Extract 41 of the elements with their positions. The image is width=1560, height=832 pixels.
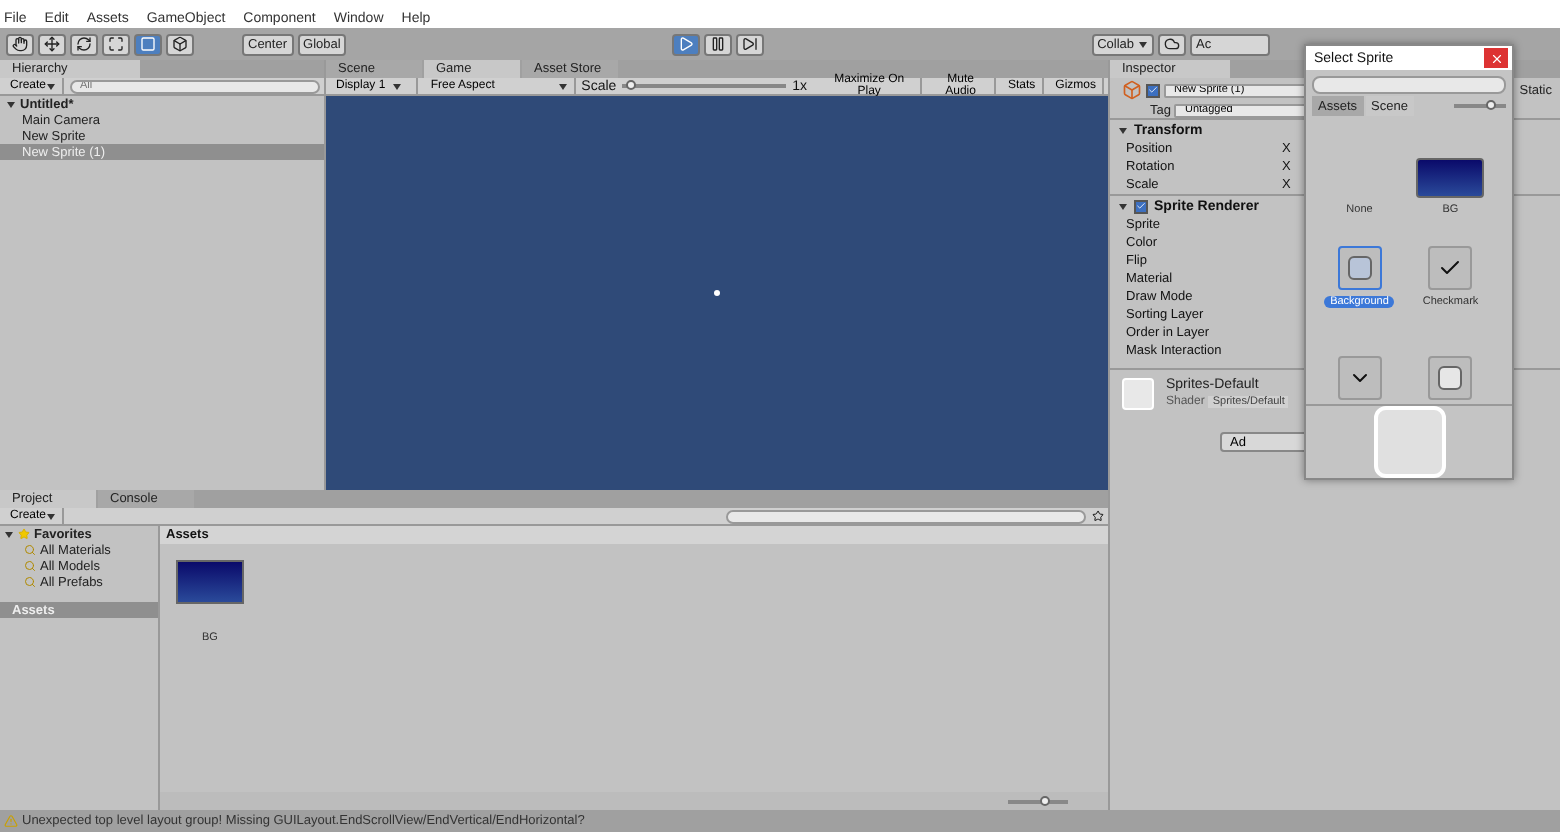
- slider-thumb[interactable]: [1486, 100, 1497, 110]
- step-icon: [742, 36, 759, 52]
- slider-thumb[interactable]: [626, 80, 637, 90]
- close-icon: [1489, 51, 1503, 65]
- search-field[interactable]: [1312, 76, 1506, 94]
- chevron-thumbnail[interactable]: [1337, 356, 1382, 400]
- knob-thumbnail[interactable]: [1428, 356, 1473, 400]
- search-icon: [24, 560, 36, 572]
- hand-tool-button[interactable]: [6, 33, 34, 55]
- warning-icon: [4, 814, 18, 828]
- material-swatch: [1122, 377, 1154, 409]
- rounded-square-thumbnail[interactable]: [1337, 246, 1382, 290]
- sprite-thumbnail[interactable]: [176, 560, 244, 604]
- pause-icon: [710, 36, 727, 52]
- pause-button[interactable]: [704, 33, 733, 55]
- cube-icon: [1122, 80, 1142, 100]
- caret-icon: [1118, 201, 1128, 211]
- transform-tool-button[interactable]: [166, 33, 194, 55]
- gradient-thumbnail[interactable]: [1416, 158, 1485, 198]
- play-icon: [678, 36, 695, 52]
- caret-icon: [1118, 125, 1128, 135]
- close-button[interactable]: [1484, 48, 1508, 68]
- move-tool-button[interactable]: [38, 33, 66, 55]
- caret-icon: [1138, 39, 1148, 49]
- search-icon: [24, 544, 36, 556]
- search-icon: [24, 576, 36, 588]
- cloud-icon: [1164, 36, 1180, 52]
- play-button[interactable]: [672, 33, 701, 55]
- cloud-button[interactable]: [1158, 33, 1186, 55]
- rotate-tool-button[interactable]: [70, 33, 98, 55]
- sprite-dot: [714, 290, 720, 296]
- checkmark-thumbnail[interactable]: [1428, 246, 1473, 290]
- sprite-preview: [1373, 406, 1445, 478]
- scale-tool-button[interactable]: [102, 33, 130, 55]
- active-checkbox[interactable]: [1146, 83, 1160, 97]
- star-icon[interactable]: [1092, 510, 1104, 522]
- step-button[interactable]: [736, 33, 765, 55]
- enable-checkbox[interactable]: [1134, 199, 1148, 213]
- slider-thumb[interactable]: [1040, 795, 1050, 805]
- star-icon: [18, 528, 30, 540]
- search-field[interactable]: [726, 509, 1086, 523]
